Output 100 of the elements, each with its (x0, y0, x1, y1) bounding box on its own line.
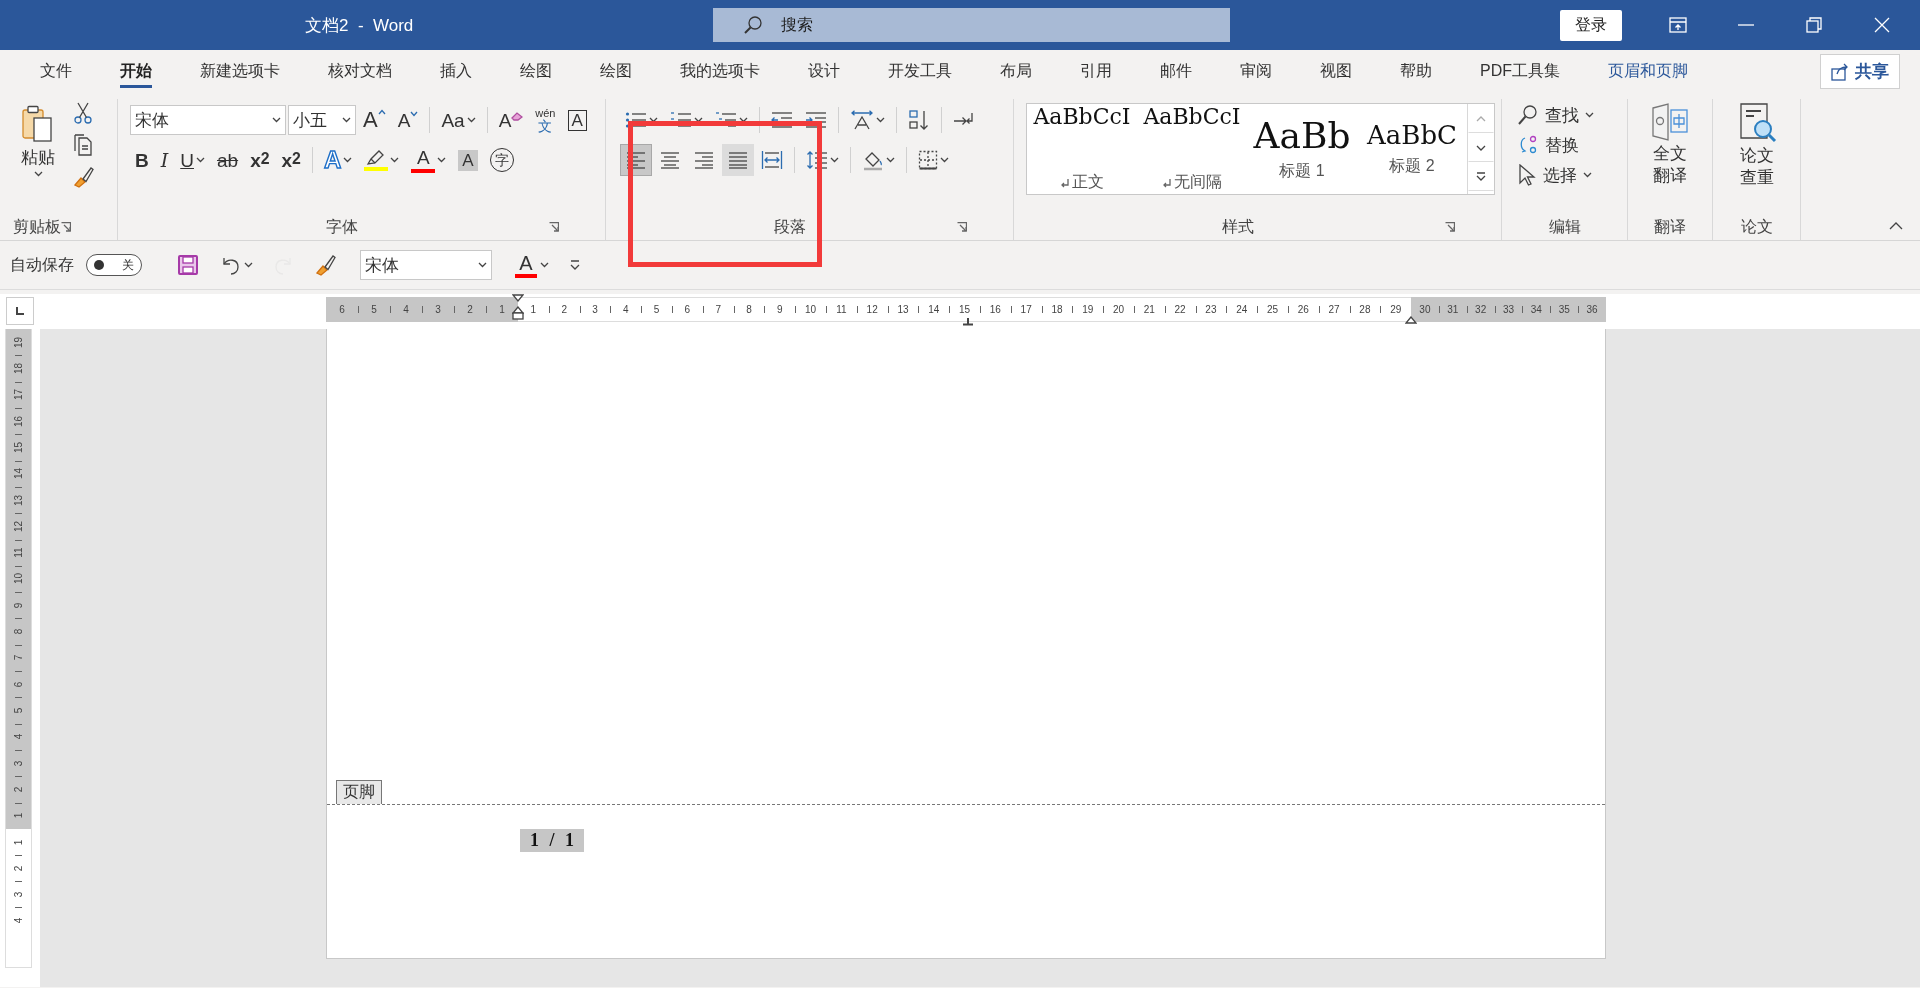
style-item[interactable]: AaBb 标题 1 (1247, 104, 1357, 194)
border-button[interactable]: A (562, 104, 592, 136)
ribbon-tab[interactable]: 页眉和页脚 (1584, 50, 1712, 93)
ruler-number: 23 (1205, 304, 1217, 315)
caret-icon (1585, 112, 1594, 118)
caret-icon (478, 262, 487, 268)
strike-button[interactable]: ab (212, 144, 244, 176)
decrease-indent-icon (771, 111, 793, 129)
paper-check-button[interactable]: 论文 查重 (1729, 99, 1784, 214)
caret-icon (886, 157, 895, 163)
indent-marker-icon[interactable] (512, 294, 524, 320)
replace-button[interactable]: 替换 (1512, 131, 1599, 159)
ribbon-tab[interactable]: 核对文档 (304, 50, 416, 93)
tab-selector-button[interactable] (6, 297, 34, 325)
ruler-number: 7 (715, 304, 721, 315)
tab-stop-icon[interactable] (962, 318, 974, 326)
shrink-button[interactable]: A (392, 104, 424, 136)
ribbon-display-options-icon[interactable] (1669, 17, 1687, 33)
phonetic-button[interactable]: wén 文 (530, 104, 561, 136)
ruler-number: 24 (1236, 304, 1248, 315)
caret-icon (342, 117, 351, 123)
ribbon-tab[interactable]: 绘图 (496, 50, 576, 93)
shading-button[interactable]: A (453, 144, 483, 176)
group-label: 翻译 (1654, 216, 1686, 237)
justify-button[interactable] (722, 144, 754, 176)
restore-icon[interactable] (1806, 17, 1822, 33)
ruler-number: 14 (13, 468, 24, 480)
paragraph-mark-icon (1060, 177, 1069, 188)
ruler-number: 35 (1558, 304, 1570, 315)
case-button[interactable]: Aa (436, 104, 481, 136)
ruler-number: 1 (499, 304, 505, 315)
autosave-toggle[interactable]: 关 (86, 254, 142, 276)
caret-icon (196, 157, 205, 163)
caret-icon (739, 117, 748, 123)
search-icon (743, 15, 763, 35)
ribbon-tab[interactable]: 新建选项卡 (176, 50, 304, 93)
ruler-number: 4 (403, 304, 409, 315)
ribbon-tab[interactable]: 设计 (784, 50, 864, 93)
right-indent-marker-icon[interactable] (1405, 316, 1417, 324)
ribbon-tab[interactable]: 视图 (1296, 50, 1376, 93)
ribbon-tab[interactable]: 邮件 (1136, 50, 1216, 93)
ribbon-tab[interactable]: 文件 (16, 50, 96, 93)
ruler-number: 18 (1051, 304, 1063, 315)
ruler-number: 16 (13, 415, 24, 427)
increase-indent-icon (805, 111, 827, 129)
grow-button[interactable]: A (358, 104, 391, 136)
full-text-translate-button[interactable]: 全文 翻译 (1643, 99, 1697, 214)
style-item[interactable]: AaBbCcI 无间隔 (1137, 104, 1247, 194)
sign-in-button[interactable]: 登录 (1560, 9, 1622, 41)
ribbon-tab[interactable]: 绘图 (576, 50, 656, 93)
ruler-number: 29 (1390, 304, 1402, 315)
ruler-number: 9 (777, 304, 783, 315)
left-tab-icon (15, 306, 25, 316)
group-label: 样式 (1221, 216, 1254, 237)
ribbon-tab[interactable]: 开始 (96, 50, 176, 93)
bold-button[interactable]: B (130, 144, 154, 176)
close-icon[interactable] (1874, 17, 1890, 33)
ribbon-tab[interactable]: 引用 (1056, 50, 1136, 93)
ruler-number: 25 (1266, 304, 1279, 315)
ruler-number: 16 (989, 304, 1001, 315)
font-name-field[interactable]: 宋体 (130, 105, 286, 135)
ruler-number: 4 (13, 734, 24, 740)
ruler-number: 8 (13, 628, 24, 635)
find-button[interactable]: 查找 (1512, 101, 1599, 129)
ruler-number: 19 (1082, 304, 1094, 315)
ruler-number: 7 (13, 655, 24, 661)
ribbon-tab[interactable]: 帮助 (1376, 50, 1456, 93)
ribbon-tab[interactable]: PDF工具集 (1456, 50, 1584, 93)
ribbon-tab[interactable]: 插入 (416, 50, 496, 93)
line-spacing-icon (806, 150, 828, 170)
ruler-number: 10 (805, 304, 817, 315)
style-item[interactable]: AaBbC 标题 2 (1357, 104, 1467, 194)
share-button[interactable]: 共享 (1820, 54, 1900, 89)
group-label: 段落 (773, 216, 806, 237)
dialog-launcher-icon (549, 222, 559, 232)
font-color-button[interactable]: A (508, 248, 556, 282)
ruler-number: 6 (684, 304, 691, 315)
ruler-number: 18 (13, 362, 24, 375)
ribbon-tab[interactable]: 布局 (976, 50, 1056, 93)
italic-button[interactable]: I (155, 144, 174, 176)
ruler-number: 3 (435, 304, 441, 315)
font-size-field[interactable]: 小五 (288, 105, 356, 135)
ruler-number: 20 (1112, 304, 1125, 315)
clear-button[interactable]: A (493, 104, 529, 136)
underline-button[interactable]: U (175, 144, 210, 176)
align-right-icon (694, 151, 714, 169)
paste-button[interactable]: 粘贴 (14, 99, 62, 214)
ribbon-tab[interactable]: 审阅 (1216, 50, 1296, 93)
superscript-button[interactable]: x$^{2}$ (276, 144, 306, 176)
font-color-button[interactable]: A (406, 144, 452, 176)
font-name-field[interactable]: 宋体 (360, 250, 492, 280)
ruler-number: 1 (13, 813, 24, 819)
paragraph-mark-icon (1162, 177, 1171, 188)
style-item[interactable]: AaBbCcI 正文 (1027, 104, 1137, 194)
select-button[interactable]: 选择 (1512, 161, 1599, 189)
ribbon-tab[interactable]: 我的选项卡 (656, 50, 784, 93)
ruler-number: 14 (928, 304, 940, 315)
search-field[interactable]: 搜索 (713, 8, 1230, 42)
ribbon-tab[interactable]: 开发工具 (864, 50, 976, 93)
caret-icon (244, 262, 253, 268)
